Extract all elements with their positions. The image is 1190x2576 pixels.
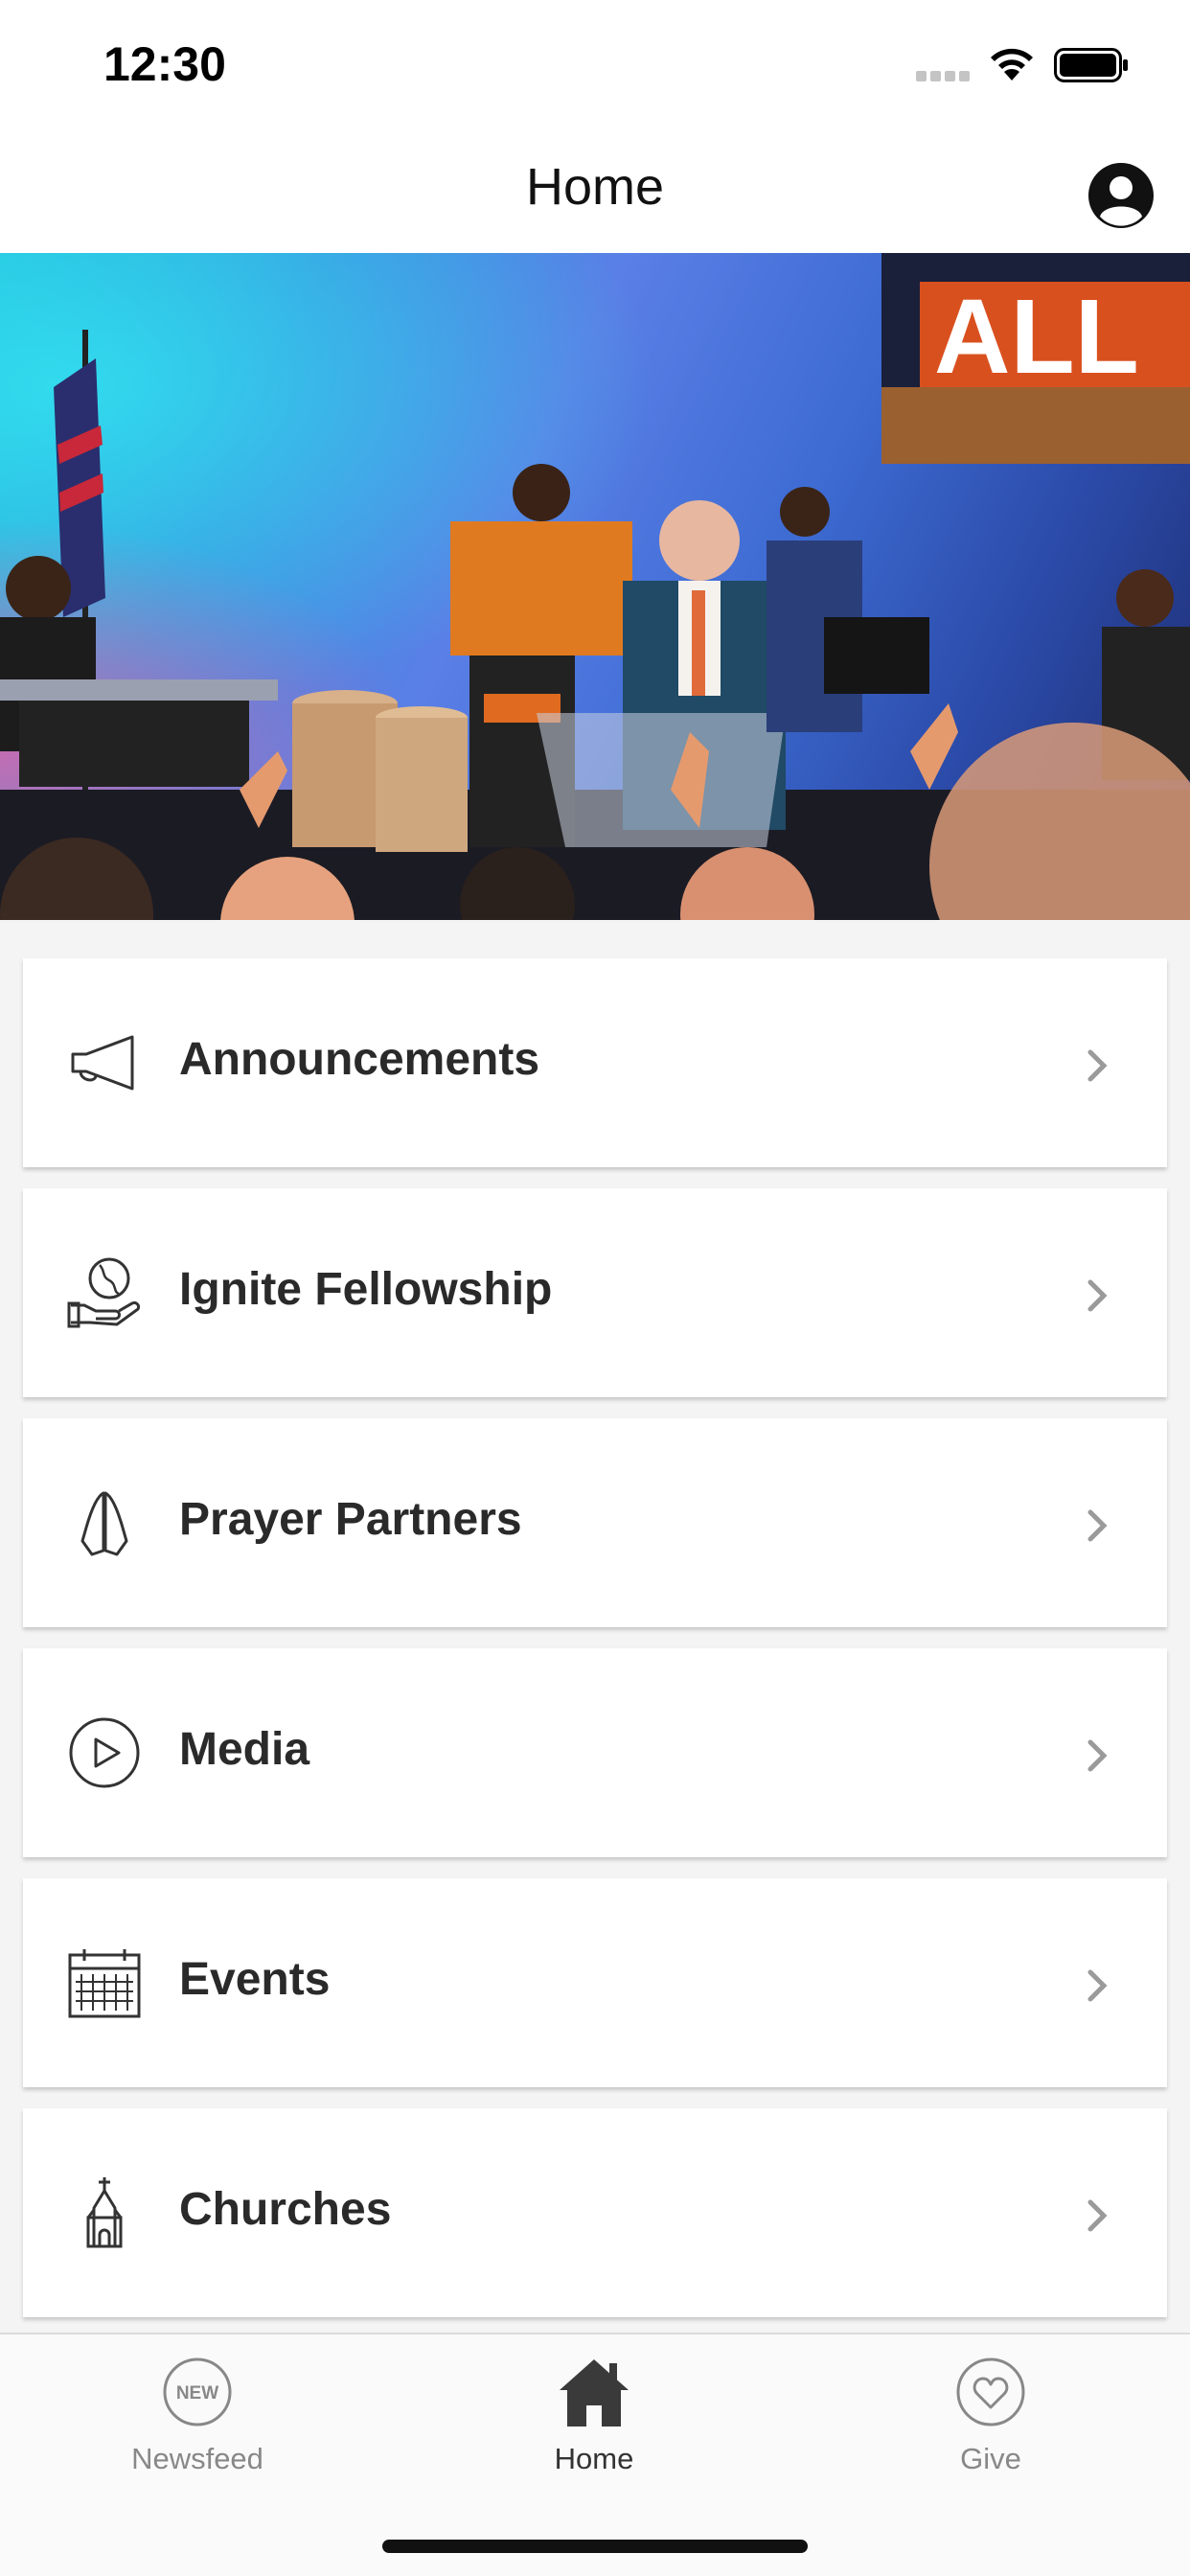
chevron-right-icon bbox=[1087, 1509, 1108, 1542]
megaphone-icon bbox=[71, 1035, 134, 1091]
menu-item-announcements[interactable]: Announcements bbox=[23, 958, 1167, 1167]
house-icon bbox=[560, 2359, 629, 2426]
tab-newsfeed[interactable]: NEW Newsfeed bbox=[54, 2356, 341, 2490]
menu-item-label: Announcements bbox=[179, 1034, 540, 1085]
chevron-right-icon bbox=[1087, 1279, 1108, 1312]
menu-item-churches[interactable]: Churches bbox=[23, 2108, 1167, 2317]
chevron-right-icon bbox=[1087, 1739, 1108, 1772]
menu-item-label: Prayer Partners bbox=[179, 1494, 522, 1545]
heart-circle-icon bbox=[956, 2358, 1025, 2426]
status-bar: 12:30 bbox=[0, 0, 1190, 128]
profile-icon[interactable] bbox=[1087, 161, 1156, 230]
tab-home[interactable]: Home bbox=[450, 2356, 738, 2490]
new-badge-text: NEW bbox=[176, 2383, 218, 2404]
menu-item-label: Ignite Fellowship bbox=[179, 1264, 553, 1315]
chevron-right-icon bbox=[1087, 2199, 1108, 2232]
chevron-right-icon bbox=[1087, 1049, 1108, 1082]
new-badge-icon: NEW bbox=[163, 2358, 232, 2426]
menu-item-ignite-fellowship[interactable]: Ignite Fellowship bbox=[23, 1188, 1167, 1397]
menu-item-label: Events bbox=[179, 1954, 331, 2005]
play-circle-icon bbox=[69, 1717, 140, 1788]
globe-hand-icon bbox=[67, 1257, 140, 1328]
battery-icon bbox=[1054, 48, 1128, 82]
menu-item-prayer-partners[interactable]: Prayer Partners bbox=[23, 1418, 1167, 1627]
church-icon bbox=[86, 2177, 123, 2248]
svg-text:ALL: ALL bbox=[934, 278, 1139, 396]
status-time: 12:30 bbox=[103, 37, 226, 91]
wifi-icon bbox=[991, 48, 1033, 80]
tab-give[interactable]: Give bbox=[847, 2356, 1134, 2490]
page-title: Home bbox=[525, 158, 665, 216]
menu-item-label: Media bbox=[179, 1724, 310, 1775]
worship-stage-illustration: ALL bbox=[0, 253, 1190, 920]
cellular-signal-icon bbox=[916, 71, 972, 82]
tab-label: Newsfeed bbox=[131, 2442, 263, 2475]
tab-label: Give bbox=[960, 2442, 1021, 2475]
menu-item-events[interactable]: Events bbox=[23, 1878, 1167, 2087]
praying-hands-icon bbox=[80, 1491, 128, 1556]
calendar-icon bbox=[68, 1949, 141, 2018]
menu-item-label: Churches bbox=[179, 2184, 392, 2235]
menu-item-media[interactable]: Media bbox=[23, 1648, 1167, 1857]
home-indicator[interactable] bbox=[382, 2540, 808, 2553]
chevron-right-icon bbox=[1087, 1969, 1108, 2002]
hero-image: ALL bbox=[0, 253, 1190, 920]
navigation-bar: Home bbox=[0, 128, 1190, 253]
tab-label: Home bbox=[554, 2442, 634, 2475]
